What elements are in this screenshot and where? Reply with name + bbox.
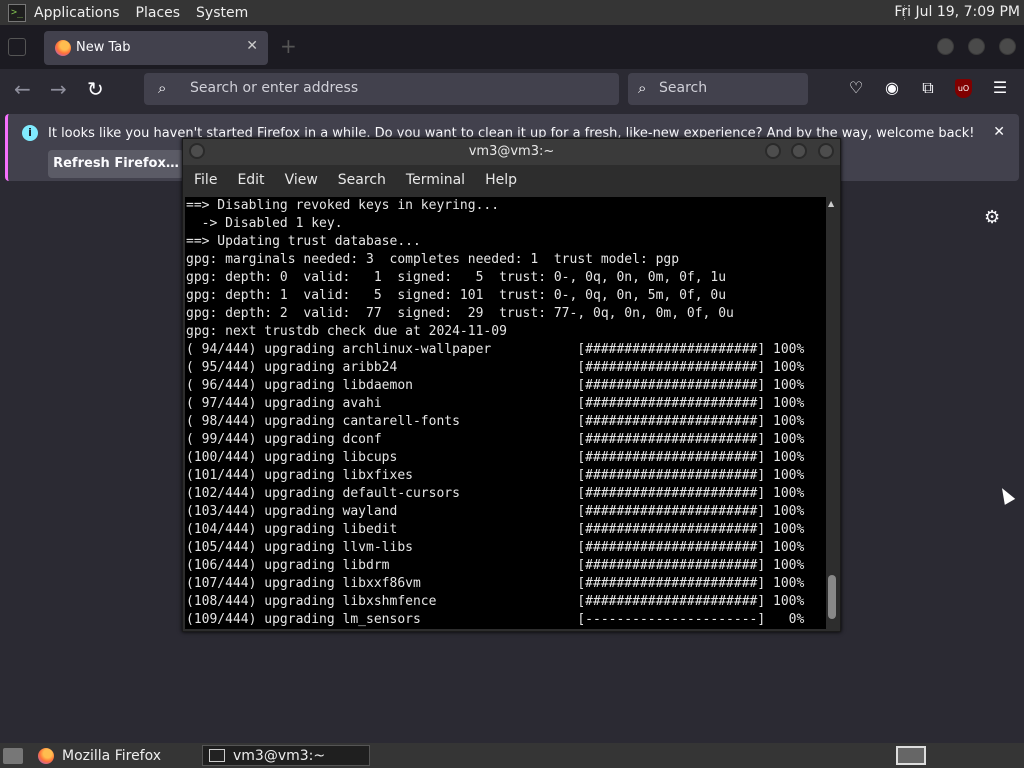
terminal-line: ==> Updating trust database... xyxy=(186,234,421,249)
ublock-origin-icon[interactable]: uO xyxy=(955,79,972,98)
task-firefox[interactable]: Mozilla Firefox xyxy=(32,745,197,766)
menu-help[interactable]: Help xyxy=(485,172,517,188)
task-label: vm3@vm3:~ xyxy=(233,747,326,764)
task-terminal[interactable]: vm3@vm3:~ xyxy=(202,745,370,766)
extensions-icon[interactable]: ⧉ xyxy=(918,78,938,98)
firefox-icon xyxy=(55,40,71,56)
terminal-line: (104/444) upgrading libedit [###########… xyxy=(186,522,805,537)
terminal-line: gpg: depth: 2 valid: 77 signed: 29 trust… xyxy=(186,306,734,321)
window-menu-button[interactable] xyxy=(189,143,205,159)
terminal-line: (105/444) upgrading llvm-libs [#########… xyxy=(186,540,805,555)
task-label: Mozilla Firefox xyxy=(62,747,162,764)
info-icon: i xyxy=(22,125,38,141)
hamburger-menu-icon[interactable]: ☰ xyxy=(990,78,1010,97)
terminal-window: vm3@vm3:~ File Edit View Search Terminal… xyxy=(182,138,841,632)
terminal-line: gpg: depth: 0 valid: 1 signed: 5 trust: … xyxy=(186,270,727,285)
close-button[interactable] xyxy=(818,143,834,159)
terminal-scrollbar[interactable]: ▲ xyxy=(826,197,838,629)
terminal-line: (107/444) upgrading libxxf86vm [########… xyxy=(186,576,805,591)
scroll-up-icon[interactable]: ▲ xyxy=(828,199,834,208)
menu-search[interactable]: Search xyxy=(338,172,386,188)
close-window-button[interactable] xyxy=(999,38,1016,55)
firefox-icon xyxy=(38,747,54,764)
top-panel: >_ Applications Places System Fri Jul 19… xyxy=(0,0,1024,25)
minimize-button[interactable] xyxy=(765,143,781,159)
terminal-icon xyxy=(209,749,225,762)
terminal-line: (109/444) upgrading lm_sensors [--------… xyxy=(186,612,805,627)
terminal-line: (106/444) upgrading libdrm [############… xyxy=(186,558,805,573)
minimize-window-button[interactable] xyxy=(937,38,954,55)
terminal-line: (101/444) upgrading libxfixes [#########… xyxy=(186,468,805,483)
terminal-line: ( 94/444) upgrading archlinux-wallpaper … xyxy=(186,342,805,357)
maximize-window-button[interactable] xyxy=(968,38,985,55)
taskbar: Mozilla Firefox vm3@vm3:~ xyxy=(0,743,1024,768)
terminal-line: ==> Disabling revoked keys in keyring... xyxy=(186,198,500,213)
url-placeholder: Search or enter address xyxy=(190,80,359,96)
terminal-menubar: File Edit View Search Terminal Help xyxy=(183,165,840,195)
nav-bar: ← → ↻ ⌕ Search or enter address ⌕ Search… xyxy=(0,69,1024,109)
menu-file[interactable]: File xyxy=(194,172,217,188)
tab-list-icon[interactable] xyxy=(8,38,26,56)
menu-edit[interactable]: Edit xyxy=(237,172,264,188)
maximize-button[interactable] xyxy=(791,143,807,159)
terminal-title: vm3@vm3:~ xyxy=(468,144,555,159)
terminal-line: -> Disabled 1 key. xyxy=(186,216,343,231)
applications-menu[interactable]: Applications xyxy=(34,5,120,21)
terminal-line: ( 99/444) upgrading dconf [#############… xyxy=(186,432,805,447)
show-desktop-icon[interactable] xyxy=(3,748,23,764)
terminal-line: gpg: next trustdb check due at 2024-11-0… xyxy=(186,324,507,339)
terminal-line: ( 96/444) upgrading libdaemon [#########… xyxy=(186,378,805,393)
terminal-output[interactable]: ==> Disabling revoked keys in keyring...… xyxy=(185,197,828,629)
terminal-line: gpg: marginals needed: 3 completes neede… xyxy=(186,252,680,267)
scrollbar-thumb[interactable] xyxy=(828,575,836,619)
gear-icon[interactable]: ⚙ xyxy=(984,207,1000,228)
menu-view[interactable]: View xyxy=(285,172,318,188)
url-bar[interactable]: ⌕ Search or enter address xyxy=(144,73,619,105)
system-menu[interactable]: System xyxy=(196,5,248,21)
terminal-line: ( 95/444) upgrading aribb24 [###########… xyxy=(186,360,805,375)
terminal-line: ( 98/444) upgrading cantarell-fonts [###… xyxy=(186,414,805,429)
tab-label: New Tab xyxy=(76,40,131,55)
search-icon: ⌕ xyxy=(638,79,647,97)
terminal-titlebar[interactable]: vm3@vm3:~ xyxy=(183,139,840,165)
search-placeholder: Search xyxy=(659,80,708,96)
close-tab-icon[interactable]: ✕ xyxy=(246,38,258,54)
terminal-line: (102/444) upgrading default-cursors [###… xyxy=(186,486,805,501)
refresh-firefox-button[interactable]: Refresh Firefox… xyxy=(48,150,184,178)
tab-new-tab[interactable]: New Tab ✕ xyxy=(44,31,268,65)
workspace-switcher[interactable] xyxy=(896,746,926,765)
close-notification-icon[interactable]: ✕ xyxy=(993,124,1005,140)
tab-bar: New Tab ✕ + xyxy=(0,25,1024,69)
reload-icon[interactable]: ↻ xyxy=(87,77,104,101)
pocket-icon[interactable]: ♡ xyxy=(846,78,866,97)
forward-icon[interactable]: → xyxy=(50,77,67,101)
places-menu[interactable]: Places xyxy=(136,5,181,21)
terminal-line: (100/444) upgrading libcups [###########… xyxy=(186,450,805,465)
search-bar[interactable]: ⌕ Search xyxy=(628,73,808,105)
terminal-line: (103/444) upgrading wayland [###########… xyxy=(186,504,805,519)
terminal-line: gpg: depth: 1 valid: 5 signed: 101 trust… xyxy=(186,288,727,303)
terminal-app-icon[interactable]: >_ xyxy=(8,3,26,22)
new-tab-icon[interactable]: + xyxy=(280,34,297,58)
menu-terminal[interactable]: Terminal xyxy=(406,172,465,188)
terminal-line: ( 97/444) upgrading avahi [#############… xyxy=(186,396,805,411)
back-icon[interactable]: ← xyxy=(14,77,31,101)
search-icon: ⌕ xyxy=(158,79,167,97)
account-icon[interactable]: ◉ xyxy=(882,78,902,97)
clock[interactable]: Fri Jul 19, 7:09 PM xyxy=(894,4,1020,20)
terminal-line: (108/444) upgrading libxshmfence [######… xyxy=(186,594,805,609)
